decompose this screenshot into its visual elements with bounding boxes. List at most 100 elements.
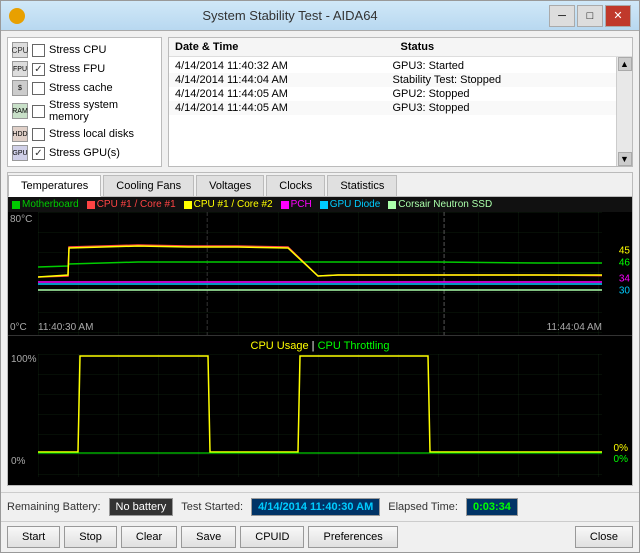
log-status-header: Status [401,41,627,53]
log-row: 4/14/2014 11:40:32 AM GPU3: Started [169,59,616,73]
stress-disks-checkbox[interactable] [32,128,45,141]
stress-panel: CPU Stress CPU FPU Stress FPU $ Stress c… [7,37,162,167]
tab-temperatures[interactable]: Temperatures [8,175,101,197]
preferences-button[interactable]: Preferences [308,526,397,548]
window-title: System Stability Test - AIDA64 [31,8,549,23]
legend-pch-label: PCH [291,199,312,210]
stress-cpu-item[interactable]: CPU Stress CPU [12,42,157,58]
log-status-0: GPU3: Started [393,60,611,72]
log-row: 4/14/2014 11:44:05 AM GPU2: Stopped [169,87,616,101]
elapsed-value: 0:03:34 [466,498,518,516]
log-scrollbar[interactable]: ▲ ▼ [616,57,632,166]
tabs-section: Temperatures Cooling Fans Voltages Clock… [7,172,633,486]
cpu-chart-svg [38,354,602,477]
legend-cpu1core2-dot [184,201,192,209]
legend-cpu1core1-label: CPU #1 / Core #1 [97,199,176,210]
log-datetime-1: 4/14/2014 11:44:04 AM [175,74,393,86]
log-row: 4/14/2014 11:44:04 AM Stability Test: St… [169,73,616,87]
cpu-usage-chart: CPU Usage | CPU Throttling 100% 0% [8,335,632,485]
action-bar: Start Stop Clear Save CPUID Preferences … [1,521,639,552]
temp-val-30: 30 [619,286,630,297]
stress-fpu-checkbox[interactable] [32,63,45,76]
memory-icon: RAM [12,103,28,119]
cpuid-button[interactable]: CPUID [240,526,304,548]
app-icon [9,8,25,24]
legend-motherboard-dot [12,201,20,209]
save-button[interactable]: Save [181,526,236,548]
temp-val-45: 45 [619,246,630,257]
stress-cpu-label: Stress CPU [49,44,106,56]
stress-gpu-checkbox[interactable] [32,147,45,160]
tab-clocks[interactable]: Clocks [266,175,325,196]
log-status-3: GPU3: Stopped [393,102,611,114]
legend-corsair-ssd: Corsair Neutron SSD [388,199,492,210]
cpu-y-axis: 100% 0% [11,354,37,467]
cpu-icon: CPU [12,42,28,58]
tab-cooling-fans[interactable]: Cooling Fans [103,175,194,196]
test-started-value: 4/14/2014 11:40:30 AM [251,498,380,516]
stress-gpu-label: Stress GPU(s) [49,147,120,159]
temp-x-axis: 11:40:30 AM 11:44:04 AM [38,322,602,333]
tab-statistics[interactable]: Statistics [327,175,397,196]
clear-button[interactable]: Clear [121,526,177,548]
close-button[interactable]: Close [575,526,633,548]
legend-cpu1core1-dot [87,201,95,209]
legend-cpu1-core1: CPU #1 / Core #1 [87,199,176,210]
minimize-button[interactable]: ─ [549,5,575,27]
log-datetime-2: 4/14/2014 11:44:05 AM [175,88,393,100]
stress-disks-item[interactable]: HDD Stress local disks [12,126,157,142]
log-panel: Date & Time Status 4/14/2014 11:40:32 AM… [168,37,633,167]
log-body: 4/14/2014 11:40:32 AM GPU3: Started 4/14… [169,57,616,166]
battery-value: No battery [109,498,174,516]
close-window-button[interactable]: ✕ [605,5,631,27]
legend-pch-dot [281,201,289,209]
stress-fpu-item[interactable]: FPU Stress FPU [12,61,157,77]
tab-voltages[interactable]: Voltages [196,175,264,196]
log-status-2: GPU2: Stopped [393,88,611,100]
stress-disks-label: Stress local disks [49,128,134,140]
legend-motherboard-label: Motherboard [22,199,79,210]
temp-val-34: 34 [619,274,630,285]
fpu-icon: FPU [12,61,28,77]
temp-chart-svg [38,212,602,335]
elapsed-label: Elapsed Time: [388,501,458,513]
temp-val-46: 46 [619,258,630,269]
temp-y-axis: 80°C 0°C [10,212,40,335]
log-with-scroll: 4/14/2014 11:40:32 AM GPU3: Started 4/14… [169,57,632,166]
maximize-button[interactable]: □ [577,5,603,27]
stress-gpu-item[interactable]: GPU Stress GPU(s) [12,145,157,161]
stress-cache-checkbox[interactable] [32,82,45,95]
temp-y-min: 0°C [10,322,40,333]
cpu-right-0: 0% [614,443,628,454]
cpu-chart-separator: | [312,340,315,352]
main-window: System Stability Test - AIDA64 ─ □ ✕ CPU… [0,0,640,553]
temp-y-max: 80°C [10,214,40,225]
log-header: Date & Time Status [169,38,632,57]
battery-label: Remaining Battery: [7,501,101,513]
top-section: CPU Stress CPU FPU Stress FPU $ Stress c… [7,37,633,167]
legend-ssd-label: Corsair Neutron SSD [398,199,492,210]
title-bar: System Stability Test - AIDA64 ─ □ ✕ [1,1,639,31]
stress-memory-label: Stress system memory [49,99,157,123]
temperature-chart: 80°C 0°C [8,212,632,335]
stress-cache-item[interactable]: $ Stress cache [12,80,157,96]
temp-x-end: 11:44:04 AM [547,322,602,333]
log-row: 4/14/2014 11:44:05 AM GPU3: Stopped [169,101,616,115]
stop-button[interactable]: Stop [64,526,117,548]
legend-ssd-dot [388,201,396,209]
legend-motherboard: Motherboard [12,199,79,210]
legend-cpu1-core2: CPU #1 / Core #2 [184,199,273,210]
stress-memory-item[interactable]: RAM Stress system memory [12,99,157,123]
window-controls: ─ □ ✕ [549,5,631,27]
stress-memory-checkbox[interactable] [32,105,45,118]
stress-cpu-checkbox[interactable] [32,44,45,57]
stress-fpu-label: Stress FPU [49,63,105,75]
legend-gpudiode-dot [320,201,328,209]
temp-right-values: 45 46 34 30 [619,246,630,297]
log-datetime-3: 4/14/2014 11:44:05 AM [175,102,393,114]
log-datetime-0: 4/14/2014 11:40:32 AM [175,60,393,72]
log-status-1: Stability Test: Stopped [393,74,611,86]
disk-icon: HDD [12,126,28,142]
bottom-bar: Remaining Battery: No battery Test Start… [1,492,639,521]
start-button[interactable]: Start [7,526,60,548]
